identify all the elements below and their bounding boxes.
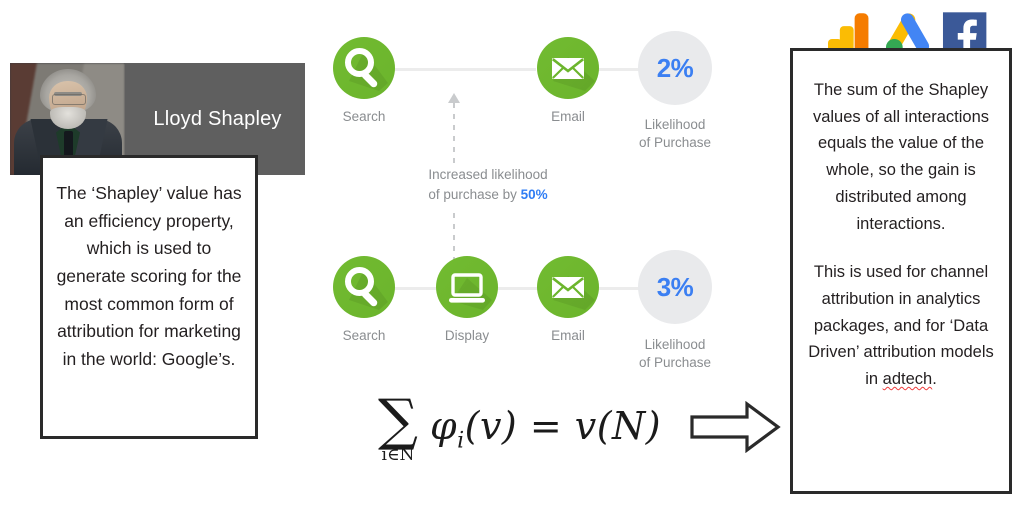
connector-search-email <box>390 68 536 71</box>
connector-email-outcome <box>596 68 640 71</box>
slide-canvas: Lloyd Shapley The ‘Shapley’ value has an… <box>0 0 1024 510</box>
outcome-label-row1-line1: Likelihood <box>644 117 706 132</box>
arrow-up-head <box>448 93 460 103</box>
search-icon <box>345 48 388 91</box>
increase-annotation-value: 50% <box>520 187 548 203</box>
right-arrow-icon <box>689 400 781 457</box>
outcome-label-row1-line2: of Purchase <box>638 135 712 151</box>
email-icon <box>552 276 595 310</box>
increase-annotation: Increased likelihood of purchase by 50% <box>408 163 568 208</box>
callout-left-text: The ‘Shapley’ value has an efficiency pr… <box>56 183 242 369</box>
node-display-row2[interactable] <box>436 256 498 318</box>
callout-right-paragraph-1: The sum of the Shapley values of all int… <box>812 81 990 233</box>
search-icon <box>345 267 388 310</box>
phi-symbol: φ <box>429 404 458 449</box>
outcome-circle-row2: 3% <box>638 250 712 324</box>
node-email-row2[interactable] <box>537 256 599 318</box>
misspelled-word-adtech: adtech <box>882 370 933 389</box>
connector-search-display <box>390 287 436 290</box>
outcome-label-row2: Likelihood of Purchase <box>625 336 725 372</box>
node-label-email-row2: Email <box>551 328 585 343</box>
outcome-label-row1: Likelihood of Purchase <box>625 116 725 152</box>
node-email-row1[interactable] <box>537 37 599 99</box>
summation-subscript: i∈N <box>381 444 415 465</box>
connector-email-outcome-row2 <box>596 287 640 290</box>
summation-symbol: ∑ <box>378 388 418 453</box>
node-label-email-row1: Email <box>551 109 585 124</box>
phi-subscript: i <box>457 428 465 454</box>
increase-annotation-line2-pre: of purchase by <box>428 187 521 203</box>
node-search-row2[interactable] <box>333 256 395 318</box>
outcome-label-row2-line2: of Purchase <box>638 355 712 371</box>
callout-right: The sum of the Shapley values of all int… <box>790 48 1012 494</box>
increase-annotation-line1: Increased likelihood <box>428 167 548 182</box>
shapley-efficiency-formula: ∑ i∈N φi(v) = v(N) <box>378 388 781 465</box>
node-label-display-row2: Display <box>444 328 490 343</box>
outcome-circle-row1: 2% <box>638 31 712 105</box>
node-label-search-row2: Search <box>342 328 386 343</box>
outcome-value-row1: 2% <box>656 52 694 83</box>
display-icon <box>449 273 492 310</box>
outcome-label-row2-line1: Likelihood <box>644 337 706 352</box>
callout-right-paragraph-2: This is used for channel attribution in … <box>805 259 997 393</box>
email-icon <box>552 57 595 91</box>
formula-rest: (v) = v(N) <box>464 404 662 449</box>
callout-left: The ‘Shapley’ value has an efficiency pr… <box>40 155 258 439</box>
callout-right-p2-post: . <box>932 370 937 389</box>
outcome-value-row2: 3% <box>656 271 694 302</box>
connector-display-email <box>494 287 540 290</box>
node-search-row1[interactable] <box>333 37 395 99</box>
node-label-search-row1: Search <box>342 109 386 124</box>
formula-expression: φi(v) = v(N) <box>430 404 661 454</box>
